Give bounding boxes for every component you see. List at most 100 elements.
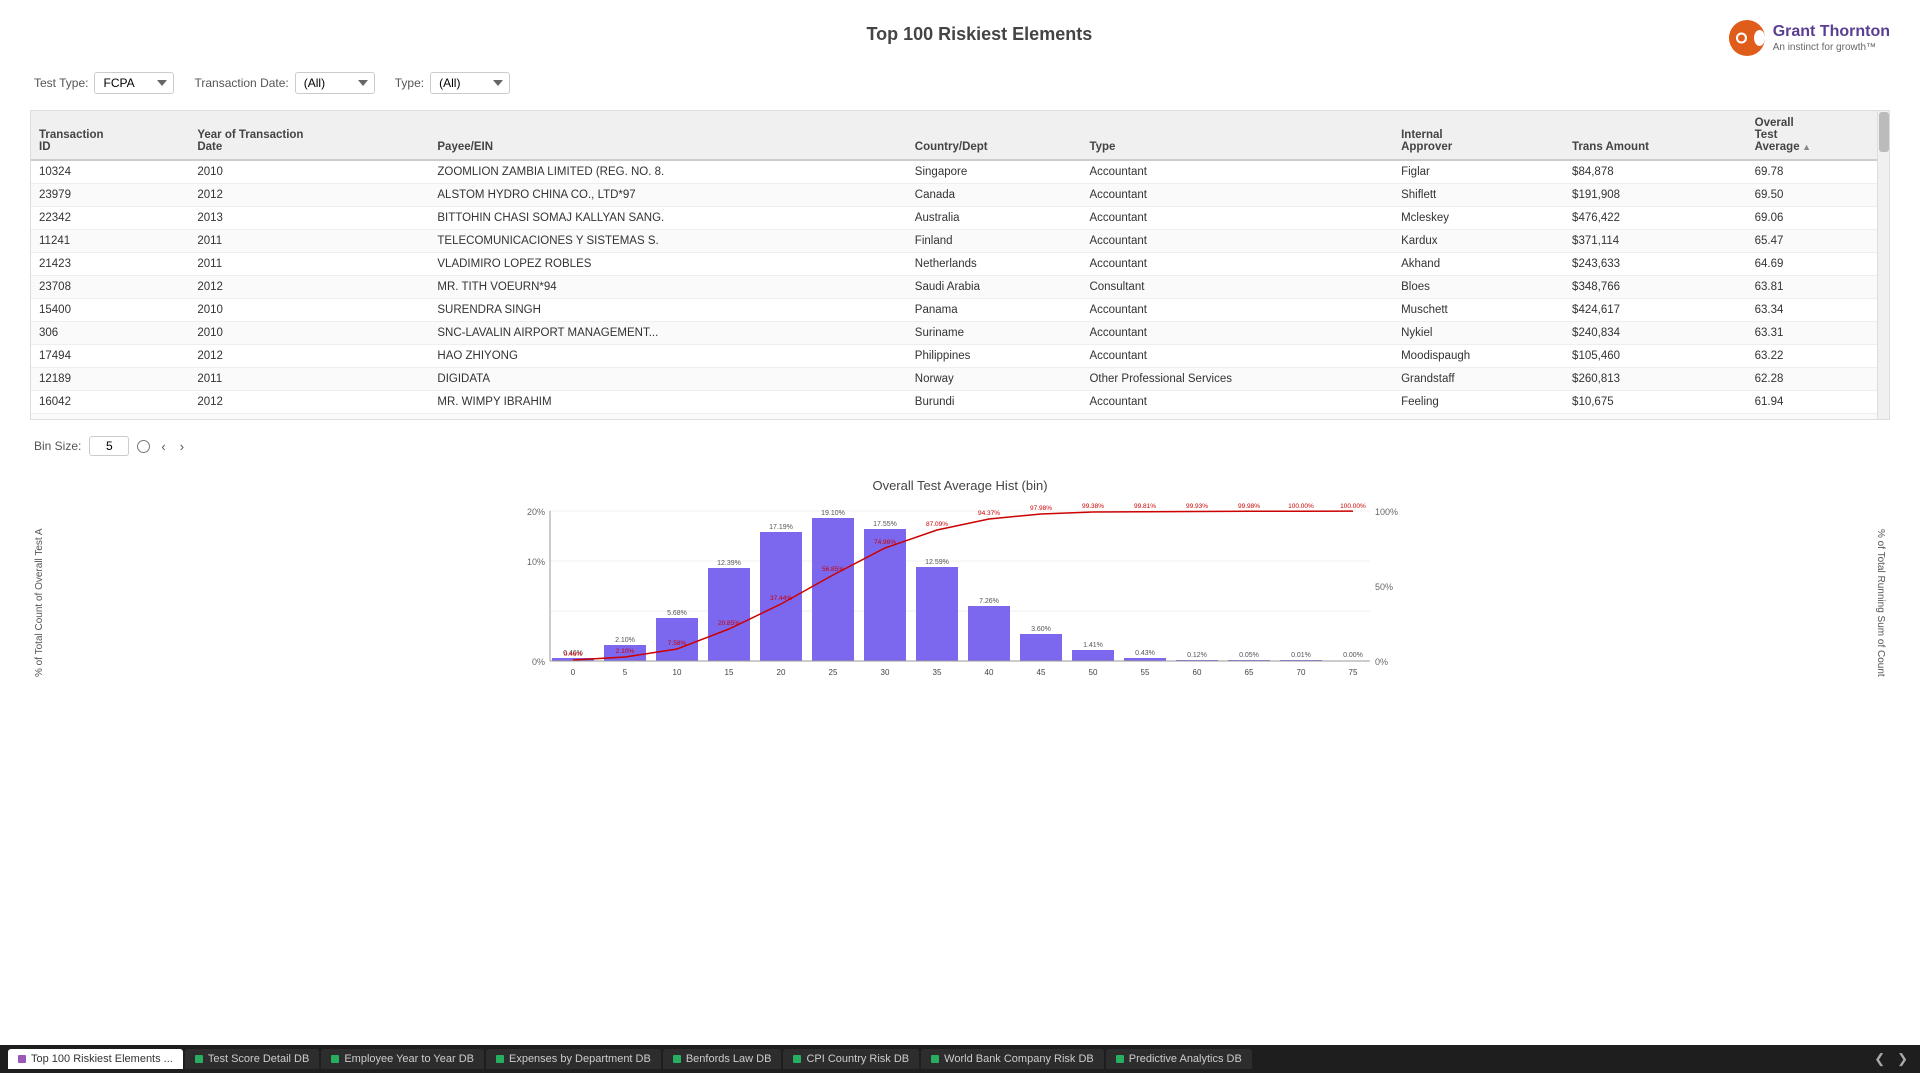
cell-year: 2012	[189, 391, 429, 414]
table-row[interactable]: 10324 2010 ZOOMLION ZAMBIA LIMITED (REG.…	[31, 160, 1889, 184]
cell-id: 11241	[31, 230, 189, 253]
cell-amount: $424,617	[1564, 299, 1747, 322]
cell-country: Panama	[907, 299, 1082, 322]
svg-text:10: 10	[673, 668, 682, 677]
cell-amount: $260,813	[1564, 368, 1747, 391]
cell-country: Saudi Arabia	[907, 276, 1082, 299]
cell-year: 2010	[189, 299, 429, 322]
table-row[interactable]: 21423 2011 VLADIMIRO LOPEZ ROBLES Nether…	[31, 253, 1889, 276]
tab-test-score[interactable]: Test Score Detail DB	[185, 1049, 319, 1069]
cell-year: 2013	[189, 207, 429, 230]
bin-next-button[interactable]: ›	[177, 438, 187, 455]
svg-text:12.39%: 12.39%	[717, 560, 741, 567]
tab-cpi[interactable]: CPI Country Risk DB	[783, 1049, 919, 1069]
svg-text:17.55%: 17.55%	[873, 521, 897, 528]
table-row[interactable]: 7942 2013 ARINC PERU S.A.C. Seychelles C…	[31, 414, 1889, 421]
cell-payee: MR. WIMPY IBRAHIM	[429, 391, 906, 414]
svg-text:5: 5	[623, 668, 628, 677]
cell-payee: SURENDRA SINGH	[429, 299, 906, 322]
svg-text:20.85%: 20.85%	[718, 620, 740, 627]
cell-amount: $191,908	[1564, 184, 1747, 207]
bar-3	[708, 568, 750, 661]
cell-id: 15400	[31, 299, 189, 322]
tab-label-test-score: Test Score Detail DB	[208, 1053, 309, 1065]
svg-text:12.59%: 12.59%	[925, 559, 949, 566]
bin-size-input[interactable]	[89, 436, 129, 456]
table-row[interactable]: 16042 2012 MR. WIMPY IBRAHIM Burundi Acc…	[31, 391, 1889, 414]
cell-payee: TELECOMUNICACIONES Y SISTEMAS S.	[429, 230, 906, 253]
tab-prev-button[interactable]: ❮	[1870, 1049, 1889, 1069]
bar-5	[812, 518, 854, 661]
table-row[interactable]: 12189 2011 DIGIDATA Norway Other Profess…	[31, 368, 1889, 391]
bin-prev-button[interactable]: ‹	[158, 438, 168, 455]
table-row[interactable]: 15400 2010 SURENDRA SINGH Panama Account…	[31, 299, 1889, 322]
svg-text:40: 40	[985, 668, 994, 677]
type-label: Type:	[395, 76, 424, 90]
table-row[interactable]: 23708 2012 MR. TITH VOEURN*94 Saudi Arab…	[31, 276, 1889, 299]
table-row[interactable]: 306 2010 SNC-LAVALIN AIRPORT MANAGEMENT.…	[31, 322, 1889, 345]
svg-text:19.10%: 19.10%	[821, 510, 845, 517]
cell-id: 306	[31, 322, 189, 345]
svg-text:99.93%: 99.93%	[1186, 503, 1208, 510]
cell-country: Philippines	[907, 345, 1082, 368]
transaction-date-filter: Transaction Date: (All)	[194, 72, 374, 94]
cell-type: Accountant	[1081, 207, 1393, 230]
col-transaction-id: TransactionID	[31, 111, 189, 160]
cell-approver: Feeling	[1393, 391, 1564, 414]
tab-next-button[interactable]: ❯	[1893, 1049, 1912, 1069]
bin-size-label: Bin Size:	[34, 439, 81, 453]
chart-svg: 20% 10% 0% 100% 50% 0% 0.46% 0 2.10%	[49, 501, 1871, 701]
cell-payee: ZOOMLION ZAMBIA LIMITED (REG. NO. 8.	[429, 160, 906, 184]
svg-text:5.68%: 5.68%	[667, 610, 687, 617]
table-row[interactable]: 11241 2011 TELECOMUNICACIONES Y SISTEMAS…	[31, 230, 1889, 253]
svg-text:0%: 0%	[532, 657, 545, 667]
svg-text:75: 75	[1349, 668, 1358, 677]
svg-text:65: 65	[1245, 668, 1254, 677]
svg-text:7.58%: 7.58%	[668, 640, 687, 647]
scrollbar-thumb[interactable]	[1879, 112, 1889, 152]
type-select[interactable]: (All)	[430, 72, 510, 94]
test-type-select[interactable]: FCPA	[94, 72, 174, 94]
tab-top100[interactable]: Top 100 Riskiest Elements ...	[8, 1049, 183, 1069]
y-axis-left-label: % of Total Count of Overall Test A	[30, 501, 49, 704]
tab-world-bank[interactable]: World Bank Company Risk DB	[921, 1049, 1104, 1069]
col-avg[interactable]: OverallTestAverage	[1747, 111, 1889, 160]
cell-avg: 61.94	[1747, 391, 1889, 414]
svg-text:99.81%: 99.81%	[1134, 503, 1156, 510]
transaction-date-select[interactable]: (All)	[295, 72, 375, 94]
svg-text:25: 25	[829, 668, 838, 677]
cell-payee: MR. TITH VOEURN*94	[429, 276, 906, 299]
svg-text:15: 15	[725, 668, 734, 677]
tab-predictive[interactable]: Predictive Analytics DB	[1106, 1049, 1252, 1069]
bin-radio[interactable]	[137, 440, 150, 453]
col-year: Year of TransactionDate	[189, 111, 429, 160]
svg-text:2.10%: 2.10%	[615, 637, 635, 644]
chart-title: Overall Test Average Hist (bin)	[30, 478, 1890, 493]
table-row[interactable]: 17494 2012 HAO ZHIYONG Philippines Accou…	[31, 345, 1889, 368]
cell-type: Accountant	[1081, 184, 1393, 207]
type-filter: Type: (All)	[395, 72, 510, 94]
filters-row: Test Type: FCPA Transaction Date: (All) …	[30, 72, 1890, 94]
cell-year: 2010	[189, 322, 429, 345]
tab-benfords[interactable]: Benfords Law DB	[663, 1049, 782, 1069]
col-type: Type	[1081, 111, 1393, 160]
svg-text:60: 60	[1193, 668, 1202, 677]
cell-approver: Kardux	[1393, 230, 1564, 253]
svg-text:17.19%: 17.19%	[769, 524, 793, 531]
svg-text:0.43%: 0.43%	[1135, 650, 1155, 657]
svg-text:35: 35	[933, 668, 942, 677]
cell-type: Consultant	[1081, 414, 1393, 421]
svg-text:7.26%: 7.26%	[979, 598, 999, 605]
tab-expenses[interactable]: Expenses by Department DB	[486, 1049, 661, 1069]
tab-label-cpi: CPI Country Risk DB	[806, 1053, 909, 1065]
tab-employee[interactable]: Employee Year to Year DB	[321, 1049, 484, 1069]
table-row[interactable]: 22342 2013 BITTOHIN CHASI SOMAJ KALLYAN …	[31, 207, 1889, 230]
cell-year: 2011	[189, 253, 429, 276]
scrollbar[interactable]	[1877, 111, 1889, 419]
cell-type: Accountant	[1081, 230, 1393, 253]
bar-8	[968, 606, 1010, 661]
bar-9	[1020, 634, 1062, 661]
cell-type: Accountant	[1081, 345, 1393, 368]
table-row[interactable]: 23979 2012 ALSTOM HYDRO CHINA CO., LTD*9…	[31, 184, 1889, 207]
cell-type: Accountant	[1081, 299, 1393, 322]
